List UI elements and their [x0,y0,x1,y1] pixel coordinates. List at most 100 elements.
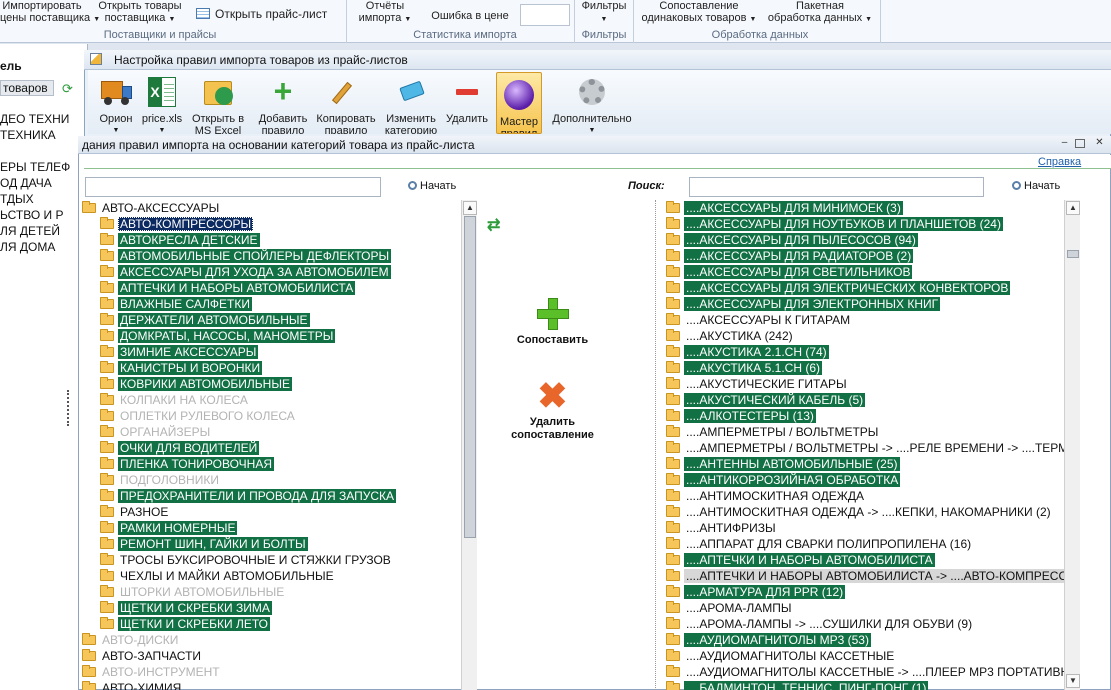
source-tree-scrollbar[interactable]: ▲ [461,200,477,690]
tree-node[interactable]: ....АПТЕЧКИ И НАБОРЫ АВТОМОБИЛИСТА -> ..… [666,568,1064,584]
match-button[interactable]: Сопоставить [500,298,605,347]
tree-node[interactable]: АВТО-АКСЕССУАРЫ [82,200,221,216]
tree-node[interactable]: ....АУДИОМАГНИТОЛЫ MP3 (53) [666,632,871,648]
tree-node[interactable]: ....АКСЕССУАРЫ ДЛЯ ПЫЛЕСОСОВ (94) [666,232,918,248]
open-pricelist-button[interactable]: Открыть прайс-лист [196,8,336,20]
tree-node[interactable]: ....АППАРАТ ДЛЯ СВАРКИ ПОЛИПРОПИЛЕНА (16… [666,536,973,552]
tree-node[interactable]: АВТО-ХИМИЯ [82,680,183,690]
tree-node[interactable]: ....АКУСТИКА 2.1.CH (74) [666,344,829,360]
maximize-icon[interactable] [1075,139,1085,148]
tree-node[interactable]: ....АМПЕРМЕТРЫ / ВОЛЬТМЕТРЫ [666,424,880,440]
tree-node[interactable]: ДОМКРАТЫ, НАСОСЫ, МАНОМЕТРЫ [100,328,336,344]
tree-node[interactable]: ....АЛКОТЕСТЕРЫ (13) [666,408,816,424]
left-category-item[interactable]: ТДЫХ [0,191,34,207]
left-category-item[interactable]: ЬСТВО И Р [0,207,63,223]
price-file-button[interactable]: X price.xls ▼ [140,70,184,134]
tree-node[interactable]: АВТОКРЕСЛА ДЕТСКИЕ [100,232,260,248]
tree-node[interactable]: ОЧКИ ДЛЯ ВОДИТЕЛЕЙ [100,440,260,456]
tree-node[interactable]: ВЛАЖНЫЕ САЛФЕТКИ [100,296,252,312]
tree-node[interactable]: ....АУДИОМАГНИТОЛЫ КАССЕТНЫЕ [666,648,896,664]
tree-node[interactable]: ОРГАНАЙЗЕРЫ [100,424,212,440]
change-category-button[interactable]: Изменить категорию [380,70,442,134]
tree-node[interactable]: КАНИСТРЫ И ВОРОНКИ [100,360,263,376]
tree-node[interactable]: КОЛПАКИ НА КОЛЕСА [100,392,250,408]
tree-node[interactable]: АКСЕССУАРЫ ДЛЯ УХОДА ЗА АВТОМОБИЛЕМ [100,264,391,280]
tree-node[interactable]: ПОДГОЛОВНИКИ [100,472,221,488]
scroll-down-icon[interactable]: ▼ [1066,674,1080,688]
tree-node[interactable]: ....АКСЕССУАРЫ ДЛЯ РАДИАТОРОВ (2) [666,248,914,264]
source-search-button[interactable]: Начать [408,180,456,192]
open-supplier-goods-button[interactable]: Открыть товары поставщика ▼ [90,0,190,26]
add-rule-button[interactable]: + Добавить правило [252,70,314,134]
tree-node[interactable]: ДЕРЖАТЕЛИ АВТОМОБИЛЬНЫЕ [100,312,310,328]
help-link[interactable]: Справка [1038,156,1081,168]
target-search-button[interactable]: Начать [1012,180,1060,192]
source-search-input[interactable] [85,177,381,197]
left-category-item[interactable]: ЛЯ ДЕТЕЙ [0,223,60,239]
tree-node[interactable]: АВТО-ИНСТРУМЕНТ [82,664,222,680]
copy-rule-button[interactable]: Копировать правило [314,70,378,134]
import-prices-button[interactable]: Импортировать цены поставщика ▼ [0,0,100,26]
tree-node[interactable]: РЕМОНТ ШИН, ГАЙКИ И БОЛТЫ [100,536,308,552]
tree-node[interactable]: ШТОРКИ АВТОМОБИЛЬНЫЕ [100,584,286,600]
tree-node[interactable]: ....АКСЕССУАРЫ К ГИТАРАМ [666,312,852,328]
tree-node[interactable]: ОПЛЕТКИ РУЛЕВОГО КОЛЕСА [100,408,297,424]
match-same-goods-button[interactable]: Сопоставление одинаковых товаров ▼ [636,0,762,26]
tree-node[interactable]: АВТО-ЗАПЧАСТИ [82,648,203,664]
target-tree-scrollbar[interactable]: ▲ ▼ [1064,200,1080,690]
tree-node[interactable]: АПТЕЧКИ И НАБОРЫ АВТОМОБИЛИСТА [100,280,356,296]
tree-node[interactable]: ЧЕХЛЫ И МАЙКИ АВТОМОБИЛЬНЫЕ [100,568,336,584]
tree-node[interactable]: ....БАДМИНТОН, ТЕННИС, ПИНГ-ПОНГ (1) [666,680,929,690]
scroll-thumb[interactable] [1067,250,1079,258]
tree-node[interactable]: ....АУДИОМАГНИТОЛЫ КАССЕТНЫЕ -> ....ПЛЕЕ… [666,664,1064,680]
tree-node[interactable]: АВТО-ДИСКИ [82,632,180,648]
tree-node[interactable]: КОВРИКИ АВТОМОБИЛЬНЫЕ [100,376,292,392]
tree-node[interactable]: ЩЕТКИ И СКРЕБКИ ЛЕТО [100,616,270,632]
tree-node[interactable]: ТРОСЫ БУКСИРОВОЧНЫЕ И СТЯЖКИ ГРУЗОВ [100,552,393,568]
tree-node[interactable]: АВТОМОБИЛЬНЫЕ СПОЙЛЕРЫ ДЕФЛЕКТОРЫ [100,248,392,264]
delete-match-button[interactable]: ✖ Удалить сопоставление [500,378,605,442]
supplier-orion-button[interactable]: Орион ▼ [95,70,137,134]
batch-processing-button[interactable]: Пакетная обработка данных ▼ [764,0,876,26]
tree-node[interactable]: РАМКИ НОМЕРНЫЕ [100,520,238,536]
minimize-icon[interactable]: – [1058,138,1071,149]
more-options-button[interactable]: Дополнительно ▼ [546,70,638,134]
tree-node[interactable]: ....АРОМА-ЛАМПЫ -> ....СУШИЛКИ ДЛЯ ОБУВИ… [666,616,974,632]
tree-node[interactable]: ....АНТИФРИЗЫ [666,520,778,536]
delete-rule-button[interactable]: Удалить [444,70,490,134]
sync-icon[interactable]: ⇄ [487,215,500,235]
tree-node[interactable]: ЗИМНИЕ АКСЕССУАРЫ [100,344,259,360]
tree-node[interactable]: ....АНТИМОСКИТНАЯ ОДЕЖДА -> ....КЕПКИ, Н… [666,504,1053,520]
price-error-field[interactable] [520,4,570,26]
tree-node[interactable]: ....АКСЕССУАРЫ ДЛЯ ЭЛЕКТРОННЫХ КНИГ [666,296,941,312]
left-category-item[interactable]: ОД ДАЧА [0,175,52,191]
tree-node[interactable]: ....АКСЕССУАРЫ ДЛЯ СВЕТИЛЬНИКОВ [666,264,913,280]
filters-button[interactable]: Фильтры ▼ [578,0,630,26]
left-category-item[interactable]: ЛЯ ДОМА [0,239,55,255]
left-category-item[interactable]: ДЕО ТЕХНИ [0,111,69,127]
tree-node[interactable]: ....АКУСТИКА 5.1.CH (6) [666,360,822,376]
target-search-input[interactable] [689,177,984,197]
tree-node[interactable]: ЩЕТКИ И СКРЕБКИ ЗИМА [100,600,272,616]
tree-node[interactable]: ....АКУСТИЧЕСКИЕ ГИТАРЫ [666,376,849,392]
import-reports-button[interactable]: Отчёты импорта ▼ [352,0,418,26]
tree-node[interactable]: ....АПТЕЧКИ И НАБОРЫ АВТОМОБИЛИСТА [666,552,935,568]
tree-node[interactable]: ....АКСЕССУАРЫ ДЛЯ ЭЛЕКТРИЧЕСКИХ КОНВЕКТ… [666,280,1011,296]
left-category-item[interactable]: ТЕХНИКА [0,127,56,143]
category-dropdown[interactable]: товаров [0,80,54,96]
tree-node[interactable]: ПРЕДОХРАНИТЕЛИ И ПРОВОДА ДЛЯ ЗАПУСКА [100,488,397,504]
tree-node[interactable]: ....АРОМА-ЛАМПЫ [666,600,794,616]
tree-node[interactable]: ....АНТЕННЫ АВТОМОБИЛЬНЫЕ (25) [666,456,900,472]
refresh-icon[interactable]: ⟳ [62,81,73,97]
tree-node[interactable]: ....АКСЕССУАРЫ ДЛЯ МИНИМОЕК (3) [666,200,903,216]
scroll-thumb[interactable] [464,216,476,538]
tree-node[interactable]: ....АРМАТУРА ДЛЯ PPR (12) [666,584,846,600]
left-category-item[interactable]: ЕРЫ ТЕЛЕФ [0,159,70,175]
scroll-up-icon[interactable]: ▲ [1066,201,1080,215]
rules-wizard-button[interactable]: Мастер правил [496,72,542,134]
open-in-excel-button[interactable]: Открыть в MS Excel [188,70,248,134]
tree-node[interactable]: ....АМПЕРМЕТРЫ / ВОЛЬТМЕТРЫ -> ....РЕЛЕ … [666,440,1064,456]
tree-node[interactable]: ....АКСЕССУАРЫ ДЛЯ НОУТБУКОВ И ПЛАНШЕТОВ… [666,216,1003,232]
close-icon[interactable]: ✕ [1093,138,1106,149]
tree-node[interactable]: ....АКУСТИКА (242) [666,328,795,344]
